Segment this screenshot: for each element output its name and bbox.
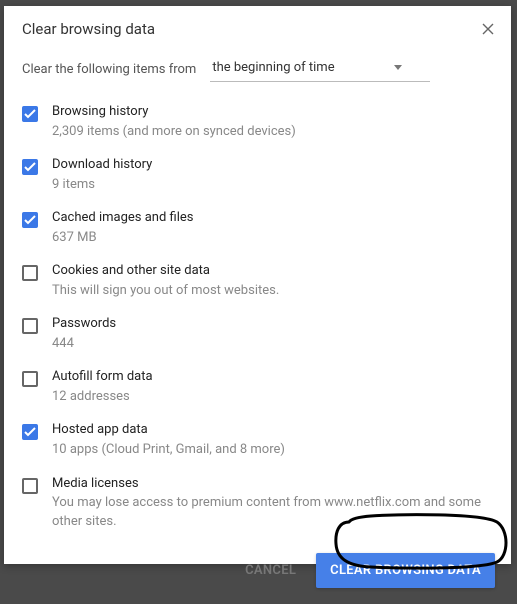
checkmark-icon [24, 162, 36, 172]
option-label: Autofill form data [52, 369, 493, 386]
option-row: Autofill form data 12 addresses [22, 361, 493, 414]
option-label: Cached images and files [52, 210, 493, 227]
option-text: Autofill form data 12 addresses [52, 369, 493, 406]
option-subtext: 10 apps (Cloud Print, Gmail, and 8 more) [52, 441, 493, 459]
option-label: Passwords [52, 316, 493, 333]
option-row: Download history 9 items [22, 149, 493, 202]
option-checkbox[interactable] [22, 212, 38, 228]
option-label: Browsing history [52, 104, 493, 121]
option-label: Download history [52, 157, 493, 174]
options-list: Browsing history 2,309 items (and more on… [4, 96, 511, 539]
checkmark-icon [24, 109, 36, 119]
option-checkbox[interactable] [22, 265, 38, 281]
option-text: Cached images and files 637 MB [52, 210, 493, 247]
dialog-title: Clear browsing data [22, 20, 155, 38]
checkmark-icon [24, 215, 36, 225]
option-text: Browsing history 2,309 items (and more on… [52, 104, 493, 141]
option-text: Hosted app data 10 apps (Cloud Print, Gma… [52, 422, 493, 459]
clear-browsing-data-dialog: Clear browsing data Clear the following … [4, 6, 511, 564]
time-range-label: Clear the following items from [22, 62, 196, 77]
option-row: Cached images and files 637 MB [22, 202, 493, 255]
option-row: Browsing history 2,309 items (and more on… [22, 96, 493, 149]
cancel-button[interactable]: CANCEL [235, 555, 306, 586]
close-button[interactable] [479, 20, 497, 38]
option-text: Passwords 444 [52, 316, 493, 353]
chevron-down-icon [394, 65, 402, 70]
option-subtext: 444 [52, 335, 493, 353]
option-text: Cookies and other site data This will sig… [52, 263, 493, 300]
option-row: Hosted app data 10 apps (Cloud Print, Gma… [22, 414, 493, 467]
option-text: Download history 9 items [52, 157, 493, 194]
option-checkbox[interactable] [22, 478, 38, 494]
option-subtext: 637 MB [52, 229, 493, 247]
option-checkbox[interactable] [22, 371, 38, 387]
option-subtext: You may lose access to premium content f… [52, 494, 493, 530]
option-label: Cookies and other site data [52, 263, 493, 280]
clear-data-button[interactable]: CLEAR BROWSING DATA [316, 553, 495, 588]
option-checkbox[interactable] [22, 106, 38, 122]
option-row: Media licensesYou may lose access to pre… [22, 468, 493, 539]
option-subtext: 9 items [52, 176, 493, 194]
option-label: Media licenses [52, 476, 493, 493]
option-subtext: This will sign you out of most websites. [52, 282, 493, 300]
option-checkbox[interactable] [22, 159, 38, 175]
option-subtext: 2,309 items (and more on synced devices) [52, 123, 493, 141]
time-range-select[interactable]: the beginning of time [210, 56, 430, 82]
option-row: Passwords 444 [22, 308, 493, 361]
option-text: Media licensesYou may lose access to pre… [52, 476, 493, 531]
option-label: Hosted app data [52, 422, 493, 439]
option-checkbox[interactable] [22, 318, 38, 334]
option-checkbox[interactable] [22, 424, 38, 440]
option-row: Cookies and other site data This will sig… [22, 255, 493, 308]
time-range-value: the beginning of time [212, 60, 334, 75]
checkmark-icon [24, 427, 36, 437]
option-subtext: 12 addresses [52, 388, 493, 406]
close-icon [482, 23, 494, 35]
